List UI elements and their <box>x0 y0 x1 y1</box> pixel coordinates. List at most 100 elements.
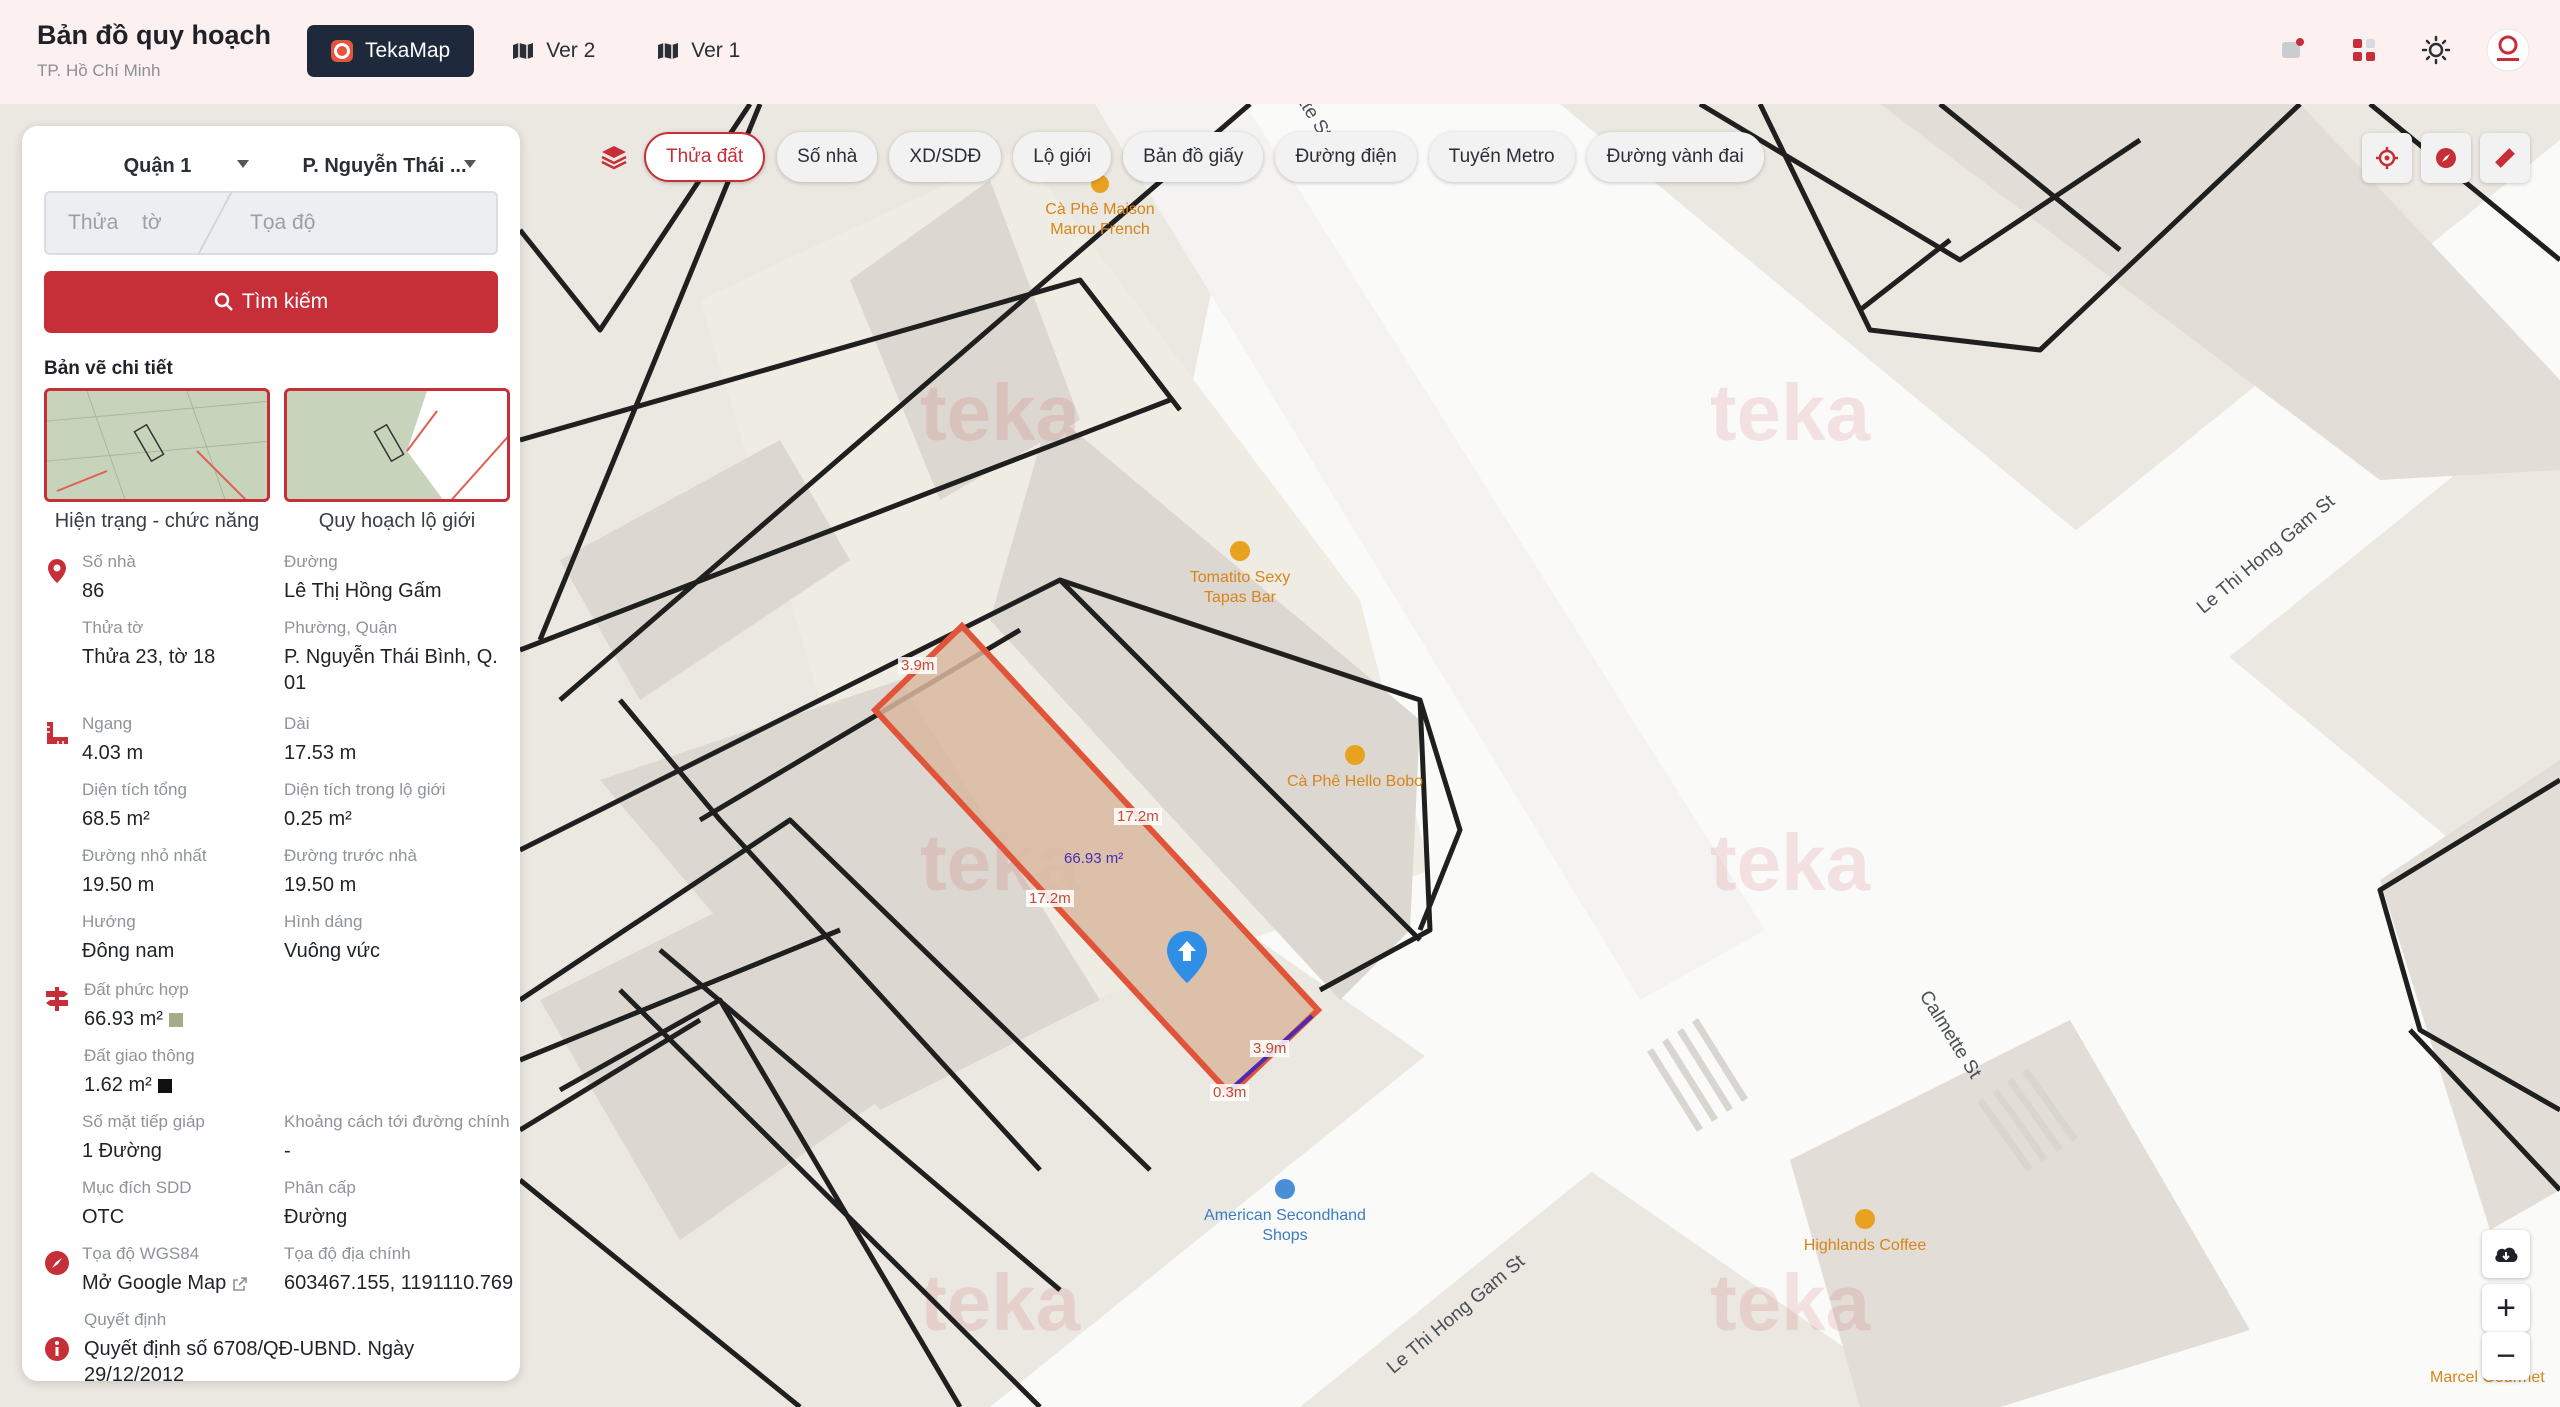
chip-ban-do-giay[interactable]: Bản đồ giấy <box>1123 132 1264 182</box>
map-icon <box>513 43 534 59</box>
chip-duong-dien[interactable]: Đường điện <box>1275 132 1417 182</box>
locate-crosshair-button[interactable] <box>2362 133 2412 183</box>
field-phuong-quan: Phường, Quận P. Nguyễn Thái Bình, Q. 01 <box>284 618 498 694</box>
search-button-label: Tìm kiếm <box>241 290 329 313</box>
field-duong-nho-nhat: Đường nhỏ nhất 19.50 m <box>82 846 207 896</box>
poi-highlands-coffee[interactable]: Highlands Coffee <box>1790 1208 1940 1256</box>
chip-lo-gioi[interactable]: Lộ giới <box>1013 132 1112 182</box>
field-wgs84: Tọa độ WGS84 Mở Google Map <box>82 1244 248 1296</box>
district-value: Quận 1 <box>123 154 192 177</box>
external-link-icon <box>233 1276 248 1291</box>
chip-tuyen-metro[interactable]: Tuyến Metro <box>1428 132 1575 182</box>
measure-ruler-button[interactable] <box>2480 133 2530 183</box>
coordinate-input[interactable]: Tọa độ <box>250 211 315 235</box>
tab-label: Ver 2 <box>546 39 596 62</box>
svg-text:teka: teka <box>920 1258 1081 1347</box>
tekamap-logo-icon <box>331 40 353 62</box>
notification-icon[interactable] <box>2270 28 2314 72</box>
version-tabs: TekaMap Ver 2 Ver 1 <box>307 25 764 77</box>
open-google-map-link[interactable]: Mở Google Map <box>82 1272 226 1294</box>
svg-text:teka: teka <box>1710 1258 1871 1347</box>
field-muc-dich: Mục đích SDD OTC <box>82 1178 192 1228</box>
thua-input[interactable]: Thửa <box>68 211 118 235</box>
info-icon <box>45 1337 69 1361</box>
tab-label: TekaMap <box>365 39 451 62</box>
svg-text:teka: teka <box>1710 818 1871 907</box>
divider <box>196 191 234 255</box>
cloud-download-button[interactable] <box>2482 1230 2530 1278</box>
field-hinh-dang: Hình dáng Vuông vức <box>284 912 381 962</box>
chip-thua-dat[interactable]: Thửa đất <box>644 132 766 182</box>
tab-ver2[interactable]: Ver 2 <box>488 25 619 77</box>
layers-icon[interactable] <box>596 139 632 175</box>
search-fields: Thửa tờ Tọa độ <box>44 191 498 255</box>
field-phan-cap: Phân cấp Đường <box>284 1178 356 1228</box>
tab-ver1[interactable]: Ver 1 <box>633 25 764 77</box>
app-title: Bản đồ quy hoạch <box>37 20 272 50</box>
chevron-down-icon <box>464 160 476 168</box>
ward-value: P. Nguyễn Thái ... <box>302 154 467 177</box>
parcel-area-label: 66.93 m² <box>1064 850 1124 867</box>
field-so-nha: Số nhà 86 <box>82 552 136 602</box>
dimension-label: 3.9m <box>1250 1040 1290 1057</box>
poi-american-secondhand[interactable]: American Secondhand Shops <box>1200 1178 1370 1246</box>
chip-xd-sdd[interactable]: XD/SDĐ <box>889 132 1002 182</box>
theme-sun-icon[interactable] <box>2414 28 2458 72</box>
thumb-hien-trang[interactable] <box>44 388 270 502</box>
compass-icon <box>45 1251 69 1275</box>
dimension-label: 17.2m <box>1114 808 1162 825</box>
field-huong: Hướng Đông nam <box>82 912 175 962</box>
dimension-label: 17.2m <box>1026 890 1074 907</box>
detail-drawings-title: Bản vẽ chi tiết <box>44 358 173 379</box>
parcel-info-panel: Quận 1 P. Nguyễn Thái ... Thửa tờ Tọa độ… <box>22 126 520 1381</box>
layer-chips: Thửa đất Số nhà XD/SDĐ Lộ giới Bản đồ gi… <box>596 132 1764 182</box>
color-swatch <box>157 1078 172 1093</box>
thumb-label: Hiện trạng - chức năng <box>54 510 260 532</box>
thumb-label: Quy hoạch lộ giới <box>318 510 476 532</box>
tab-tekamap[interactable]: TekaMap <box>307 25 475 77</box>
poi-tomatito[interactable]: Tomatito Sexy Tapas Bar <box>1180 540 1300 608</box>
header-actions <box>2270 28 2530 72</box>
poi-cafe-hello-bobo[interactable]: Cà Phê Hello Bobo <box>1280 744 1430 792</box>
field-duong-truoc-nha: Đường trước nhà 19.50 m <box>284 846 417 896</box>
location-pin-icon <box>48 559 66 583</box>
field-dien-tich-lo-gioi: Diện tích trong lộ giới 0.25 m² <box>284 780 446 830</box>
app-subtitle: TP. Hồ Chí Minh <box>37 61 161 80</box>
field-dat-phuc-hop: Đất phức hợp 66.93 m² <box>84 980 189 1030</box>
user-avatar[interactable] <box>2486 28 2530 72</box>
field-ngang: Ngang 4.03 m <box>82 714 144 764</box>
search-button[interactable]: Tìm kiếm <box>44 271 498 333</box>
field-khoang-cach: Khoảng cách tới đường chính - <box>284 1112 510 1162</box>
poi-cafe-maison-marou[interactable]: Cà Phê Maison Marou French <box>1040 174 1160 240</box>
district-select[interactable]: Quận 1 <box>44 146 271 186</box>
map-icon <box>658 43 679 59</box>
search-icon <box>214 292 233 311</box>
zoom-out-button[interactable]: − <box>2482 1332 2530 1380</box>
signpost-icon <box>46 987 68 1011</box>
chip-so-nha[interactable]: Số nhà <box>777 132 878 182</box>
field-dia-chinh: Tọa độ địa chính 603467.155, 1191110.769 <box>284 1244 514 1294</box>
color-swatch <box>168 1012 183 1027</box>
field-dat-giao-thong: Đất giao thông 1.62 m² <box>84 1046 195 1096</box>
field-dien-tich-tong: Diện tích tổng 68.5 m² <box>82 780 187 830</box>
field-quyet-dinh: Quyết định Quyết định số 6708/QĐ-UBND. Ng… <box>84 1310 415 1381</box>
chevron-down-icon <box>237 160 249 168</box>
field-duong: Đường Lê Thị Hồng Gấm <box>284 552 442 602</box>
apps-grid-icon[interactable] <box>2342 28 2386 72</box>
field-dai: Dài 17.53 m <box>284 714 357 764</box>
tab-label: Ver 1 <box>691 39 741 62</box>
to-input[interactable]: tờ <box>142 211 162 235</box>
field-so-mat-tiep-giap: Số mặt tiếp giáp 1 Đường <box>82 1112 205 1162</box>
ward-select[interactable]: P. Nguyễn Thái ... <box>271 146 498 186</box>
dimension-label: 0.3m <box>1210 1084 1250 1101</box>
app-header: Bản đồ quy hoạch TP. Hồ Chí Minh TekaMap… <box>0 0 2560 104</box>
thumb-quy-hoach[interactable] <box>284 388 510 502</box>
location-selects: Quận 1 P. Nguyễn Thái ... <box>44 146 498 186</box>
field-thua-to: Thửa tờ Thửa 23, tờ 18 <box>82 618 216 668</box>
compass-button[interactable] <box>2421 133 2471 183</box>
dimension-label: 3.9m <box>898 657 938 674</box>
chip-duong-vanh-dai[interactable]: Đường vành đai <box>1586 132 1764 182</box>
ruler-icon <box>47 722 68 744</box>
zoom-in-button[interactable]: + <box>2482 1284 2530 1332</box>
brand: Bản đồ quy hoạch TP. Hồ Chí Minh <box>37 20 271 81</box>
